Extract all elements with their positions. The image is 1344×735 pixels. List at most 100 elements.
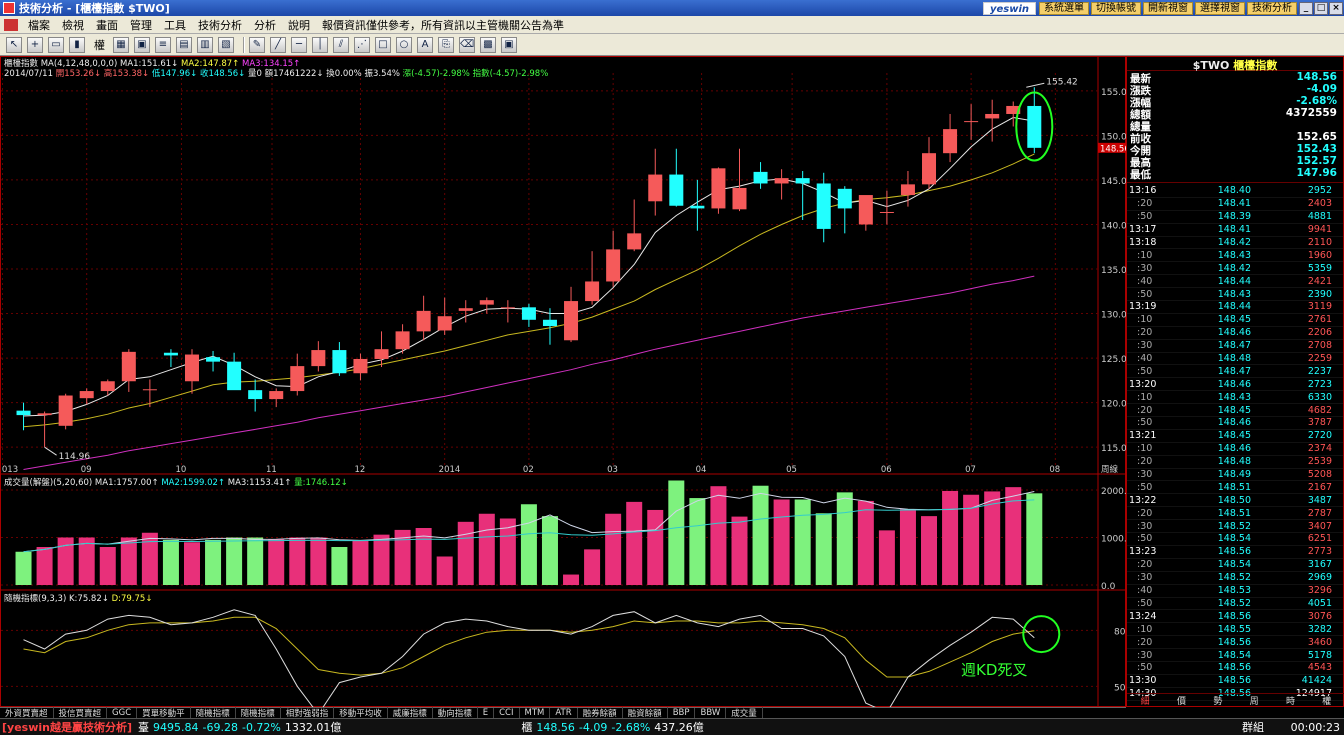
cursor-icon[interactable]: ↖ xyxy=(6,36,22,53)
menu-file[interactable]: 檔案 xyxy=(22,17,56,33)
tick-price: 148.56 xyxy=(1217,546,1251,558)
zoom-icon[interactable]: ▣ xyxy=(134,36,150,53)
candle-body xyxy=(332,350,347,374)
copy-icon[interactable]: ⎘ xyxy=(438,36,454,53)
tick-volume: 2259 xyxy=(1307,353,1332,365)
select-window-button[interactable]: 選擇視窗 xyxy=(1195,1,1245,15)
vol-ma3: MA3:1153.41↑ xyxy=(227,478,292,488)
tick-price: 148.54 xyxy=(1217,559,1251,571)
price-tick-label: 125.00 xyxy=(1101,355,1127,365)
tick-volume: 3119 xyxy=(1307,301,1332,313)
chart-area[interactable]: 155.00 150.00 145.00 140.00 135.00 130.00 125.… xyxy=(0,56,1127,708)
price-tick-label: 115.00 xyxy=(1101,444,1127,454)
chart-type-icon[interactable]: ▮ xyxy=(69,36,85,53)
candle-body xyxy=(206,357,221,362)
window-icon[interactable]: ▭ xyxy=(48,36,64,53)
volume-bar xyxy=(478,513,495,585)
menu-manage[interactable]: 管理 xyxy=(124,17,158,33)
high-marker xyxy=(1026,82,1045,88)
amplitude-value: 振3.54% xyxy=(364,69,400,79)
quote-row: 最低 147.96 xyxy=(1127,167,1343,181)
candle-body xyxy=(585,281,600,302)
period-select[interactable]: 權 xyxy=(94,37,105,53)
ellipse-icon[interactable]: ○ xyxy=(396,36,412,53)
tick-row: :40 148.44 2421 xyxy=(1127,275,1343,289)
tech-analysis-button[interactable]: 技術分析 xyxy=(1247,1,1297,15)
candle-body xyxy=(627,233,642,250)
tick-row: :10 148.46 2374 xyxy=(1127,443,1343,456)
indicator-tab[interactable]: MTM xyxy=(520,708,551,718)
panel-tab[interactable]: 勢 xyxy=(1200,694,1236,707)
quote-label: 漲跌 xyxy=(1130,85,1151,97)
quote-panel: $TWO 櫃檯指數 最新 148.56 漲跌 -4.09 漲幅 -2.68% 總額 43725… xyxy=(1126,56,1344,707)
candlestick-chart[interactable]: 155.00 150.00 145.00 140.00 135.00 130.00 125.… xyxy=(1,57,1127,708)
panel-tab[interactable]: 時 xyxy=(1272,694,1308,707)
close-icon[interactable]: × xyxy=(1329,1,1343,15)
text-icon[interactable]: A xyxy=(417,36,433,53)
taiex-change: -69.28 xyxy=(202,720,238,734)
line-icon[interactable]: ╱ xyxy=(270,36,286,53)
layout-icon[interactable]: ▥ xyxy=(197,36,213,53)
indicator-tab[interactable]: E xyxy=(478,708,495,718)
taiex-label: 臺 xyxy=(138,721,149,734)
menu-screen[interactable]: 畫面 xyxy=(90,17,124,33)
tick-time: 13:16 xyxy=(1129,185,1157,197)
system-menu-button[interactable]: 系統選單 xyxy=(1039,1,1089,15)
indicator-tab[interactable]: BBP xyxy=(668,708,696,718)
maximize-icon[interactable]: □ xyxy=(1314,1,1328,15)
menu-tools[interactable]: 工具 xyxy=(158,17,192,33)
volume-bar xyxy=(626,501,643,585)
list-icon[interactable]: ≡ xyxy=(155,36,171,53)
tick-price: 148.52 xyxy=(1217,520,1251,532)
tick-row: :50 148.56 4543 xyxy=(1127,662,1343,675)
indicator-tab[interactable]: BBW xyxy=(695,708,727,718)
crosshair-icon[interactable]: + xyxy=(27,36,43,53)
date-tick-label: 10 xyxy=(175,465,186,475)
draw-icon[interactable]: ✎ xyxy=(249,36,265,53)
annotation-text: 週KD死叉 xyxy=(961,661,1027,679)
price-tick-label: 130.00 xyxy=(1101,311,1127,321)
tick-volume: 3787 xyxy=(1307,417,1332,429)
palette-icon[interactable]: ▩ xyxy=(480,36,496,53)
fan-icon[interactable]: ⋰ xyxy=(354,36,370,53)
save-icon[interactable]: ▣ xyxy=(501,36,517,53)
candle-body xyxy=(711,168,726,209)
hline-icon[interactable]: ─ xyxy=(291,36,307,53)
tile-icon[interactable]: ▧ xyxy=(218,36,234,53)
indicator-tab[interactable]: CCI xyxy=(494,708,520,718)
quote-row: 今開 152.43 xyxy=(1127,143,1343,157)
candle-body xyxy=(37,413,52,416)
erase-icon[interactable]: ⌫ xyxy=(459,36,475,53)
tick-volume: 2421 xyxy=(1307,275,1332,287)
switch-account-button[interactable]: 切換帳號 xyxy=(1091,1,1141,15)
indicator-tab[interactable]: ATR xyxy=(550,708,578,718)
menu-help[interactable]: 說明 xyxy=(282,17,316,33)
volume-title: 成交量(解盤)(5,20,60) xyxy=(4,478,93,488)
rect-icon[interactable]: □ xyxy=(375,36,391,53)
vline-icon[interactable]: │ xyxy=(312,36,328,53)
tick-time: :50 xyxy=(1137,288,1153,300)
tick-time: 13:23 xyxy=(1129,546,1157,558)
tick-price: 148.39 xyxy=(1217,211,1251,223)
panel-tab[interactable]: 周 xyxy=(1236,694,1272,707)
tick-time: 13:24 xyxy=(1129,610,1157,622)
menu-analysis[interactable]: 分析 xyxy=(248,17,282,33)
panel-tab[interactable]: 權 xyxy=(1309,694,1344,707)
tick-row: :20 148.45 4682 xyxy=(1127,404,1343,418)
indicator-tab[interactable]: GGC xyxy=(107,708,138,718)
grid-icon[interactable]: ▦ xyxy=(113,36,129,53)
tick-price: 148.54 xyxy=(1217,649,1251,661)
parallel-icon[interactable]: ⫽ xyxy=(333,36,349,53)
tick-time: :10 xyxy=(1137,391,1153,403)
new-window-button[interactable]: 開新視窗 xyxy=(1143,1,1193,15)
menu-view[interactable]: 檢視 xyxy=(56,17,90,33)
candle-body xyxy=(1027,105,1042,148)
menu-tech[interactable]: 技術分析 xyxy=(192,17,248,33)
kd-legend: 隨機指標(9,3,3) K:75.82↓ D:79.75↓ xyxy=(4,592,152,604)
panel-tab[interactable]: 價 xyxy=(1163,694,1199,707)
volume-bar xyxy=(731,516,748,585)
panel-tab[interactable]: 細 xyxy=(1127,694,1163,707)
group-button[interactable]: 群組 xyxy=(1242,719,1264,735)
table-icon[interactable]: ▤ xyxy=(176,36,192,53)
minimize-icon[interactable]: _ xyxy=(1299,1,1313,15)
